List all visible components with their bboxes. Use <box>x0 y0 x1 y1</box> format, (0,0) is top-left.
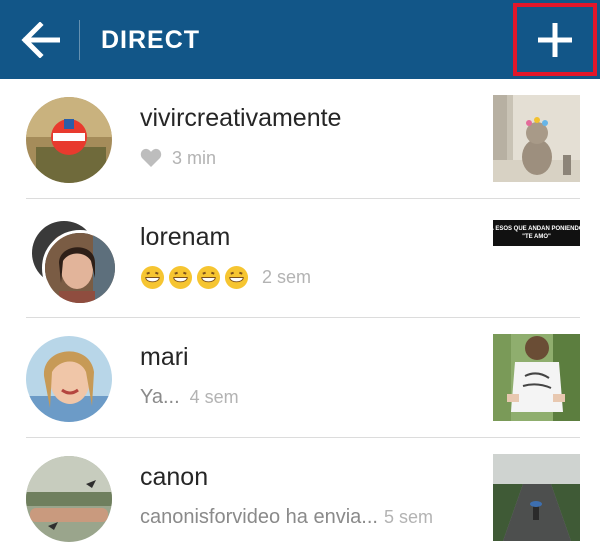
row-divider <box>26 317 580 318</box>
new-message-button[interactable] <box>513 3 597 76</box>
thread-preview: 2 sem <box>140 263 311 291</box>
thread-username: canon <box>140 463 209 491</box>
grinning-emoji-icon <box>196 265 221 289</box>
thumbnail-caption-line2: "TE AMO" <box>522 234 551 240</box>
avatar <box>42 230 118 306</box>
thread-time: 3 min <box>172 147 217 168</box>
thread-preview: canonisforvideo ha envia... 5 sem <box>140 503 433 531</box>
thread-time: 5 sem <box>383 506 433 527</box>
avatar <box>26 336 112 422</box>
thread-username: mari <box>140 343 189 371</box>
back-button[interactable] <box>14 16 66 64</box>
thread-preview: Ya... 4 sem <box>140 383 239 411</box>
thread-preview: 3 min <box>140 144 216 172</box>
thread-row-lorenam[interactable]: lorenam 2 sem A ESOS QUE ANDAN PONIENDO … <box>0 199 600 318</box>
thumbnail-caption-line1: A ESOS QUE ANDAN PONIENDO <box>493 226 580 232</box>
thread-thumbnail: A ESOS QUE ANDAN PONIENDO "TE AMO" <box>493 220 580 246</box>
header-divider <box>79 20 80 60</box>
thread-row-canon[interactable]: canon canonisforvideo ha envia... 5 sem <box>0 439 600 558</box>
plus-icon <box>538 22 572 57</box>
avatar <box>26 97 112 183</box>
thread-time: 2 sem <box>262 266 312 287</box>
avatar <box>26 456 112 542</box>
thread-message: canonisforvideo ha envia... <box>140 505 378 528</box>
grinning-emoji-icon <box>224 265 249 289</box>
grinning-emoji-icon <box>168 265 193 289</box>
arrow-left-icon <box>21 22 60 58</box>
heart-icon <box>140 148 162 167</box>
top-bar: DIRECT <box>0 0 600 79</box>
thread-row-mari[interactable]: mari Ya... 4 sem <box>0 319 600 438</box>
thread-row-vivircreativamente[interactable]: vivircreativamente 3 min <box>0 80 600 199</box>
thread-username: lorenam <box>140 223 231 251</box>
row-divider <box>26 437 580 438</box>
thread-username: vivircreativamente <box>140 104 342 132</box>
page-title: DIRECT <box>101 26 201 54</box>
grinning-emoji-icon <box>140 265 165 289</box>
thread-thumbnail <box>493 454 580 541</box>
thread-thumbnail <box>493 334 580 421</box>
thread-message: Ya... <box>140 385 180 408</box>
thread-time: 4 sem <box>189 386 239 407</box>
emoji-group <box>140 265 252 290</box>
thread-thumbnail <box>493 95 580 182</box>
